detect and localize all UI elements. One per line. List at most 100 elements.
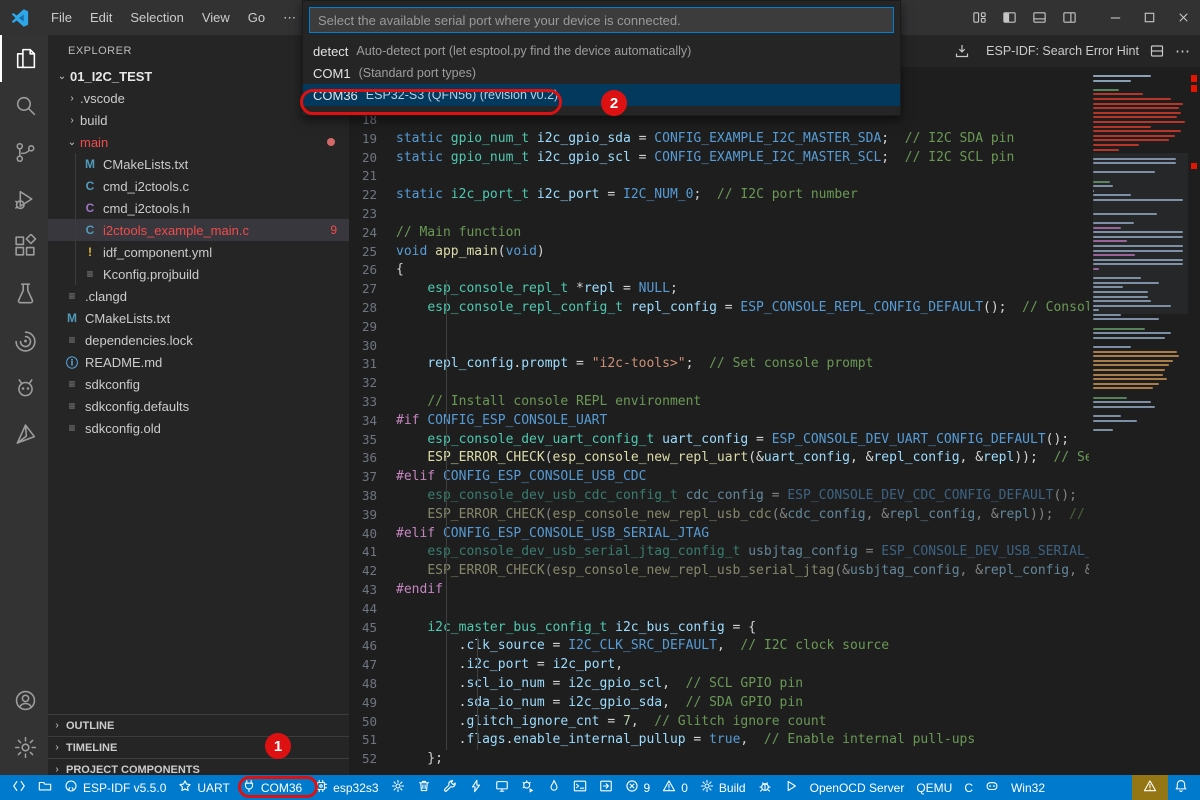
status-monitor-task[interactable] (489, 775, 515, 800)
activity-esp-idf-explorer-icon[interactable] (0, 317, 48, 364)
tree-folder-main[interactable]: ⌄main (48, 131, 349, 153)
tree-file-idf_component.yml[interactable]: !idf_component.yml (48, 241, 349, 263)
activity-debug-adapter-icon[interactable] (0, 364, 48, 411)
code-line-30[interactable]: 30 (349, 337, 1089, 356)
status-qemu-task[interactable] (541, 775, 567, 800)
status-device-target[interactable]: esp32s3 (308, 775, 384, 800)
tree-file-CMakeLists.txt[interactable]: MCMakeLists.txt (48, 307, 349, 329)
code-line-37[interactable]: 37#elif CONFIG_ESP_CONSOLE_USB_CDC (349, 468, 1089, 487)
code-line-33[interactable]: 33 // Install console REPL environment (349, 393, 1089, 412)
menu-view[interactable]: View (193, 0, 239, 35)
code-line-47[interactable]: 47 .i2c_port = i2c_port, (349, 656, 1089, 675)
code-line-35[interactable]: 35 esp_console_dev_uart_config_t uart_co… (349, 431, 1089, 450)
toggle-primary-sidebar-icon[interactable] (994, 0, 1024, 35)
activity-search-icon[interactable] (0, 82, 48, 129)
menu-go[interactable]: Go (239, 0, 274, 35)
code-line-34[interactable]: 34#if CONFIG_ESP_CONSOLE_UART (349, 412, 1089, 431)
code-line-26[interactable]: 26{ (349, 261, 1089, 280)
code-line-48[interactable]: 48 .scl_io_num = i2c_gpio_scl, // SCL GP… (349, 675, 1089, 694)
status-extension-warning[interactable] (1132, 775, 1168, 800)
quickpick-item-detect[interactable]: detectAuto-detect port (let esptool.py f… (303, 40, 900, 62)
code-line-41[interactable]: 41 esp_console_dev_usb_serial_jtag_confi… (349, 543, 1089, 562)
code-line-44[interactable]: 44 (349, 600, 1089, 619)
code-line-28[interactable]: 28 esp_console_repl_config_t repl_config… (349, 299, 1089, 318)
quickpick-item-com1[interactable]: COM1(Standard port types) (303, 62, 900, 84)
status-openocd-server[interactable]: OpenOCD Server (804, 775, 911, 800)
activity-settings-icon[interactable] (0, 724, 48, 771)
tree-file-CMakeLists.txt[interactable]: MCMakeLists.txt (48, 153, 349, 175)
code-line-27[interactable]: 27 esp_console_repl_t *repl = NULL; (349, 280, 1089, 299)
code-line-24[interactable]: 24// Main function (349, 224, 1089, 243)
status-open-folder[interactable] (32, 775, 58, 800)
toggle-panel-icon[interactable] (1024, 0, 1054, 35)
section-outline[interactable]: ›OUTLINE (48, 714, 349, 736)
status-debug-status[interactable] (752, 775, 778, 800)
tree-file-cmd_i2ctools.h[interactable]: Ccmd_i2ctools.h (48, 197, 349, 219)
activity-testing-icon[interactable] (0, 270, 48, 317)
split-editor-icon[interactable] (1149, 43, 1165, 59)
minimap[interactable] (1093, 75, 1188, 775)
code-line-52[interactable]: 52 }; (349, 750, 1089, 769)
code-line-38[interactable]: 38 esp_console_dev_usb_cdc_config_t cdc_… (349, 487, 1089, 506)
status-copilot-status[interactable] (979, 775, 1005, 800)
code-line-40[interactable]: 40#elif CONFIG_ESP_CONSOLE_USB_SERIAL_JT… (349, 525, 1089, 544)
code-line-39[interactable]: 39 ESP_ERROR_CHECK(esp_console_new_repl_… (349, 506, 1089, 525)
code-line-43[interactable]: 43#endif (349, 581, 1089, 600)
tree-file-Kconfig.projbuild[interactable]: ≡Kconfig.projbuild (48, 263, 349, 285)
quickpick-input[interactable] (310, 8, 893, 32)
code-line-49[interactable]: 49 .sda_io_num = i2c_gpio_sda, // SDA GP… (349, 694, 1089, 713)
activity-source-control-icon[interactable] (0, 129, 48, 176)
close-icon[interactable] (1166, 0, 1200, 35)
tree-file-sdkconfig[interactable]: ≡sdkconfig (48, 373, 349, 395)
tree-file-sdkconfig.old[interactable]: ≡sdkconfig.old (48, 417, 349, 439)
tree-file-README.md[interactable]: ⓘREADME.md (48, 351, 349, 373)
status-problems-errors[interactable]: 9 (619, 775, 657, 800)
maximize-icon[interactable] (1132, 0, 1166, 35)
activity-extensions-icon[interactable] (0, 223, 48, 270)
code-line-19[interactable]: 19static gpio_num_t i2c_gpio_sda = CONFI… (349, 130, 1089, 149)
toggle-secondary-sidebar-icon[interactable] (1054, 0, 1084, 35)
status-problems-warnings[interactable]: 0 (656, 775, 694, 800)
status-flash-method[interactable]: UART (172, 775, 235, 800)
activity-run-and-debug-icon[interactable] (0, 176, 48, 223)
install-icon[interactable] (954, 43, 970, 59)
code-line-25[interactable]: 25void app_main(void) (349, 243, 1089, 262)
status-flash-task[interactable] (463, 775, 489, 800)
customize-layout-icon[interactable] (964, 0, 994, 35)
menu-[interactable]: ⋯ (274, 0, 305, 35)
quickpick-input-box[interactable] (309, 7, 894, 33)
tree-file-dependencies.lock[interactable]: ≡dependencies.lock (48, 329, 349, 351)
tree-file-.clangd[interactable]: ≡.clangd (48, 285, 349, 307)
status-build-task[interactable] (437, 775, 463, 800)
code-line-31[interactable]: 31 repl_config.prompt = "i2c-tools>"; //… (349, 355, 1089, 374)
activity-cmake-tools-icon[interactable] (0, 411, 48, 458)
code-line-42[interactable]: 42 ESP_ERROR_CHECK(esp_console_new_repl_… (349, 562, 1089, 581)
status-full-clean[interactable] (411, 775, 437, 800)
status-debug-task[interactable] (515, 775, 541, 800)
menu-edit[interactable]: Edit (81, 0, 121, 35)
status-language-mode[interactable]: C (958, 775, 979, 800)
minimize-icon[interactable] (1098, 0, 1132, 35)
code-line-46[interactable]: 46 .clk_source = I2C_CLK_SRC_DEFAULT, //… (349, 637, 1089, 656)
activity-accounts-icon[interactable] (0, 677, 48, 724)
status-export-task[interactable] (593, 775, 619, 800)
status-remote-indicator[interactable] (6, 775, 32, 800)
code-line-51[interactable]: 51 .flags.enable_internal_pullup = true,… (349, 731, 1089, 750)
menu-file[interactable]: File (42, 0, 81, 35)
code-line-32[interactable]: 32 (349, 374, 1089, 393)
tree-file-sdkconfig.defaults[interactable]: ≡sdkconfig.defaults (48, 395, 349, 417)
section-timeline[interactable]: ›TIMELINE (48, 736, 349, 758)
code-line-45[interactable]: 45 i2c_master_bus_config_t i2c_bus_confi… (349, 619, 1089, 638)
code-line-23[interactable]: 23 (349, 205, 1089, 224)
code-line-29[interactable]: 29 (349, 318, 1089, 337)
status-sdk-configuration[interactable] (385, 775, 411, 800)
code-pane[interactable]: 1819static gpio_num_t i2c_gpio_sda = CON… (349, 67, 1089, 775)
code-line-22[interactable]: 22static i2c_port_t i2c_port = I2C_NUM_0… (349, 186, 1089, 205)
status-notifications[interactable] (1168, 775, 1194, 800)
status-cmake-build[interactable]: Build (694, 775, 752, 800)
menu-selection[interactable]: Selection (121, 0, 192, 35)
code-line-20[interactable]: 20static gpio_num_t i2c_gpio_scl = CONFI… (349, 149, 1089, 168)
esp-idf-search-error-hint-action[interactable]: ESP-IDF: Search Error Hint (986, 44, 1139, 58)
status-esp-idf-version[interactable]: ESP-IDF v5.5.0 (58, 775, 172, 800)
status-terminal-task[interactable] (567, 775, 593, 800)
